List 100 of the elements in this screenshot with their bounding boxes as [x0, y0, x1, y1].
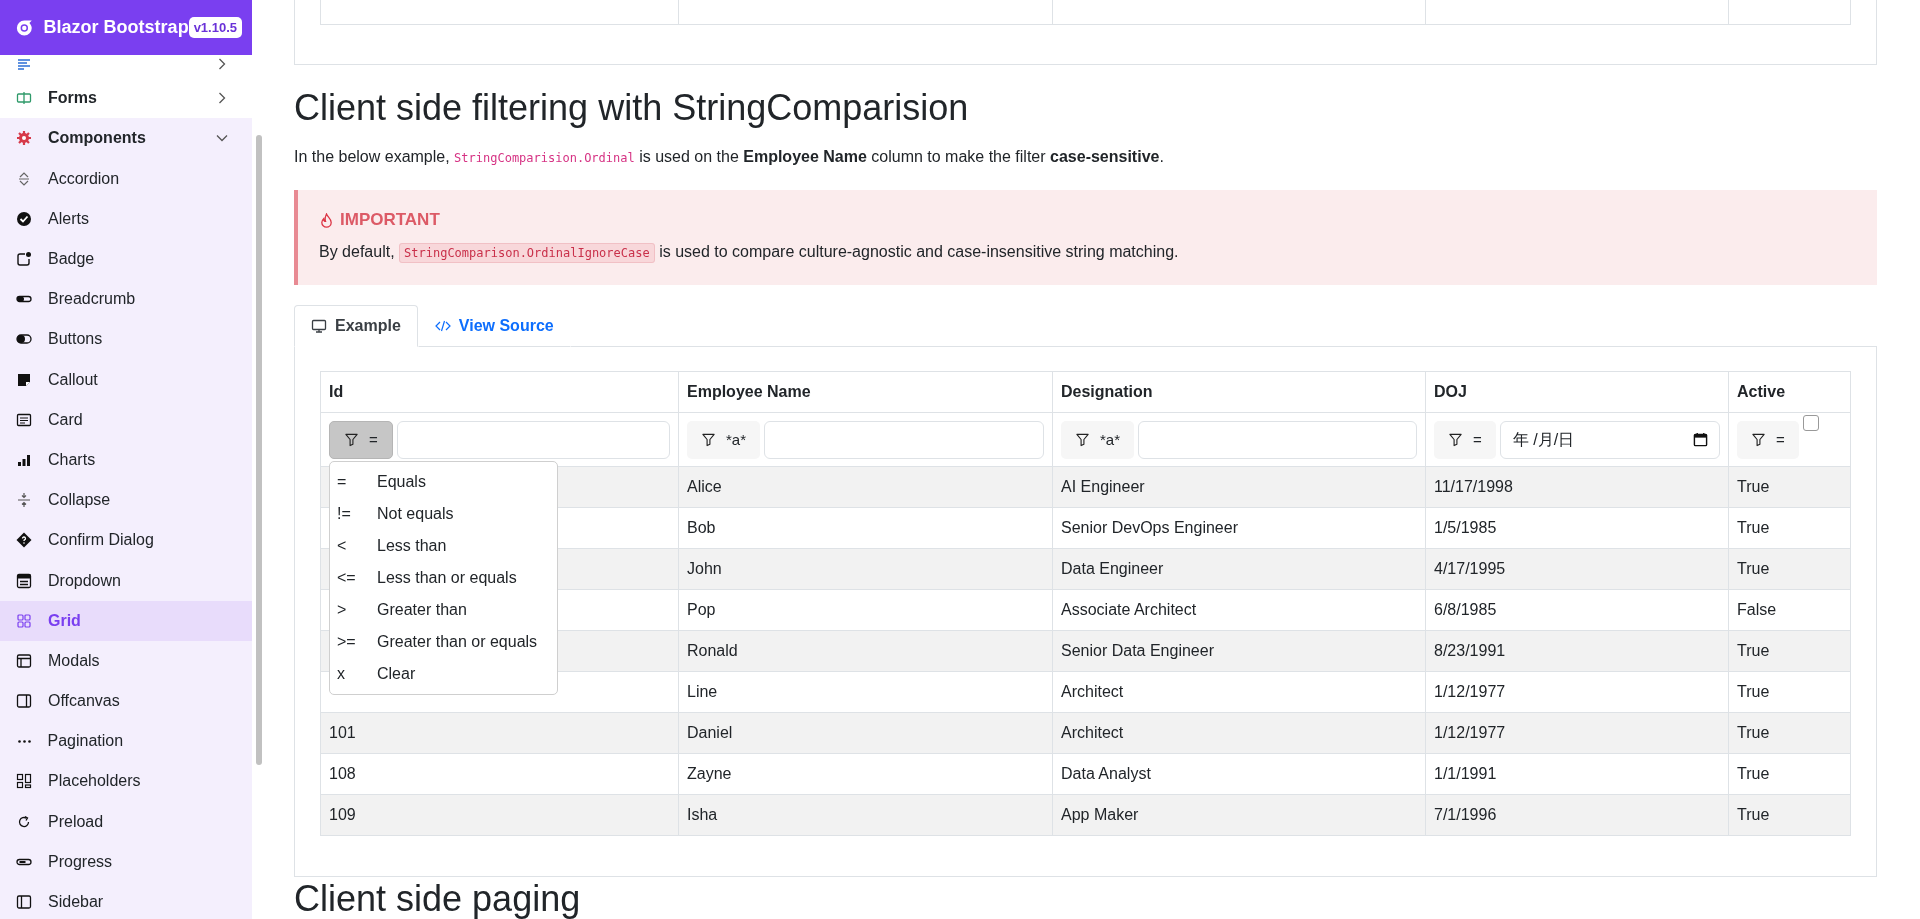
filter-option[interactable]: < Less than	[330, 530, 557, 563]
filter-checkbox[interactable]	[1802, 414, 1819, 431]
calendar-icon	[1693, 431, 1708, 447]
table-cell: 11/17/1998	[1425, 466, 1729, 508]
grid-icon	[16, 612, 32, 629]
table-cell: Alice	[678, 466, 1053, 508]
nav-item[interactable]: Breadcrumb	[0, 279, 252, 320]
table-cell: False	[1728, 589, 1851, 631]
question-icon	[16, 532, 32, 549]
nav-item[interactable]: Badge	[0, 238, 252, 280]
flame-icon	[319, 212, 334, 228]
nav-item[interactable]: Confirm Dialog	[0, 520, 252, 561]
callout-text: By default, StringComparison.OrdinalIgnoreCase is used to compare culture-agnostic and case-insensitive string matching.	[319, 240, 1857, 266]
table-cell: Associate Architect	[1052, 589, 1426, 631]
window-icon	[16, 652, 32, 669]
card-icon	[16, 411, 32, 428]
version-badge: v1.10.5	[188, 17, 242, 38]
nav-item[interactable]: Callout	[0, 359, 252, 400]
filter-option[interactable]: <= Less than or equals	[330, 562, 557, 595]
sidebar-icon	[16, 894, 32, 911]
table-cell: 1/12/1977	[1425, 671, 1729, 713]
section-heading: Client side filtering with StringComparision	[294, 86, 970, 130]
filter-operator-button[interactable]: *a*	[1061, 420, 1135, 459]
table-cell: Architect	[1052, 712, 1426, 754]
table-cell: Pop	[678, 589, 1053, 631]
tab[interactable]: Example	[294, 305, 418, 348]
nav-item[interactable]: Sidebar	[0, 881, 252, 919]
dots-icon	[17, 739, 31, 743]
filter-input[interactable]	[396, 420, 670, 459]
nav-item[interactable]: Alerts	[0, 198, 252, 239]
filter-operator-button[interactable]: *a*	[687, 420, 761, 459]
column-header: Active	[1728, 371, 1851, 413]
table-cell: 8/23/1991	[1425, 630, 1729, 672]
filter-option[interactable]: != Not equals	[330, 498, 557, 531]
nav-group-link[interactable]: Forms	[0, 78, 252, 119]
funnel-icon	[1751, 432, 1766, 448]
tab[interactable]: View Source	[417, 305, 571, 348]
table-cell: True	[1728, 630, 1851, 672]
list-icon	[16, 572, 32, 589]
nav-item[interactable]: Modals	[0, 640, 252, 681]
table-cell: John	[678, 548, 1053, 590]
nav-item[interactable]: Grid	[0, 600, 252, 641]
note-icon	[16, 371, 32, 388]
table-cell: 7/1/1996	[1425, 794, 1729, 836]
badge-icon	[16, 251, 32, 268]
table-cell: Senior Data Engineer	[1052, 630, 1426, 672]
panel-icon	[16, 693, 32, 710]
table-cell: True	[1728, 548, 1851, 590]
table-cell: Bob	[678, 507, 1053, 549]
filter-option[interactable]: x Clear	[330, 658, 557, 691]
funnel-icon	[1448, 432, 1463, 448]
funnel-icon	[1075, 432, 1090, 448]
nav-item[interactable]: Dropdown	[0, 560, 252, 601]
refresh-icon	[16, 813, 32, 830]
brand-name[interactable]: Blazor Bootstrap	[43, 17, 189, 38]
input-icon	[16, 90, 32, 107]
table-cell: True	[1728, 671, 1851, 713]
date-input[interactable]: 年 /月/日	[1499, 420, 1720, 459]
nav-group-link[interactable]: Components	[0, 118, 252, 159]
filter-operator-button[interactable]: =	[329, 420, 393, 459]
nav-item[interactable]: Card	[0, 399, 252, 440]
table-cell: Isha	[678, 794, 1053, 836]
table-cell: 108	[320, 753, 679, 795]
nav-item[interactable]: Placeholders	[0, 761, 252, 802]
table-cell: 1/5/1985	[1425, 507, 1729, 549]
table-cell: True	[1728, 466, 1851, 508]
filter-input[interactable]	[764, 420, 1044, 459]
filter-input[interactable]	[1138, 420, 1417, 459]
table-cell: 6/8/1985	[1425, 589, 1729, 631]
table-cell: Data Analyst	[1052, 753, 1426, 795]
check-circle-icon	[16, 210, 32, 227]
callout-title: IMPORTANT	[340, 210, 440, 231]
nav-item[interactable]: Progress	[0, 841, 252, 882]
column-header: Designation	[1052, 371, 1426, 413]
column-header: DOJ	[1425, 371, 1729, 413]
table-cell: 1/1/1991	[1425, 753, 1729, 795]
table-cell: 101	[320, 712, 679, 754]
nav-item[interactable]: Offcanvas	[0, 681, 252, 722]
monitor-icon	[311, 318, 327, 335]
table-cell: True	[1728, 507, 1851, 549]
table-cell: 1/12/1977	[1425, 712, 1729, 754]
filter-operator-button[interactable]: =	[1434, 420, 1496, 459]
nav-item[interactable]: Pagination	[0, 721, 252, 762]
nav-item[interactable]: Charts	[0, 439, 252, 481]
filter-operator-button[interactable]: =	[1737, 420, 1799, 459]
lines-icon	[16, 56, 32, 72]
table-cell: Data Engineer	[1052, 548, 1426, 590]
nav-item[interactable]: Accordion	[0, 158, 252, 199]
column-header: Id	[320, 371, 679, 413]
table-cell: True	[1728, 712, 1851, 754]
filter-option[interactable]: >= Greater than or equals	[330, 626, 557, 659]
scrollbar-thumb[interactable]	[256, 135, 262, 765]
nav-item[interactable]: Collapse	[0, 480, 252, 521]
table-cell: App Maker	[1052, 794, 1426, 836]
column-header: Employee Name	[678, 371, 1053, 413]
table-cell: Line	[678, 671, 1053, 713]
table-cell: True	[1728, 794, 1851, 836]
nav-item[interactable]: Buttons	[0, 319, 252, 360]
nav-item[interactable]: Preload	[0, 801, 252, 842]
chevrons-icon	[16, 170, 32, 187]
